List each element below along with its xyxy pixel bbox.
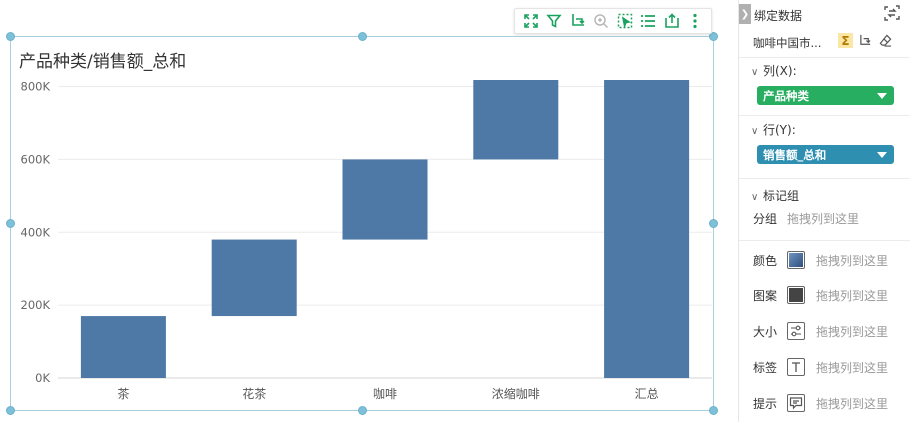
x-tick-label: 花茶 <box>242 386 266 401</box>
panel-collapse-button[interactable]: ❯ <box>739 4 751 24</box>
mark-label: 标签 <box>753 360 778 375</box>
group-drop-hint: 拖拽列到这里 <box>787 211 860 226</box>
list-button[interactable] <box>638 11 658 31</box>
bind-data-panel: ❯ 绑定数据 咖啡中国市... Σ ∨ 列(X): 产品种类 ∨ 行(Y): 销售额… <box>738 0 910 422</box>
chevron-down-icon: ∨ <box>751 67 759 78</box>
panel-title: 绑定数据 <box>754 9 803 23</box>
mark-drop-hint: 拖拽列到这里 <box>816 396 889 411</box>
dataset-name[interactable]: 咖啡中国市... <box>753 35 821 51</box>
mark-drop-hint: 拖拽列到这里 <box>816 253 889 268</box>
bar <box>604 80 690 378</box>
x-tick-label: 咖啡 <box>373 386 397 401</box>
more-icon <box>693 13 697 29</box>
columns-field-pill[interactable]: 产品种类 <box>757 86 894 105</box>
filter-button[interactable] <box>544 11 564 31</box>
select-icon <box>617 13 632 29</box>
rows-section-header[interactable]: ∨ 行(Y): <box>751 121 796 138</box>
chart-widget[interactable]: 产品种类/销售额_总和 0K 200K 400K 600K 800K 茶花茶 咖啡 浓缩咖啡汇… <box>6 32 718 415</box>
x-tick-label: 浓缩咖啡 <box>492 386 540 401</box>
hierarchy-button[interactable] <box>858 33 873 48</box>
y-tick-label: 400K <box>21 225 51 239</box>
y-tick-label: 800K <box>21 80 51 94</box>
chevron-right-icon: ❯ <box>740 8 750 20</box>
x-tick-label: 汇总 <box>635 387 659 401</box>
filter-icon <box>546 14 562 28</box>
color-drop-zone[interactable]: 颜色 拖拽列到这里 <box>753 249 888 271</box>
pattern-drop-zone[interactable]: 图案 拖拽列到这里 <box>753 284 888 306</box>
mark-drop-hint: 拖拽列到这里 <box>816 288 889 303</box>
chart-toolbar <box>514 8 712 34</box>
chart-plot: 0K 200K 400K 600K 800K 茶 花茶 咖啡 浓缩咖啡 汇总 <box>21 80 712 401</box>
bar <box>80 316 166 378</box>
group-drop-zone[interactable]: 分组 拖拽列到这里 <box>753 207 859 229</box>
mark-label: 提示 <box>753 396 778 411</box>
expand-icon <box>523 14 538 28</box>
expand-button[interactable] <box>521 11 541 31</box>
size-drop-zone[interactable]: 大小 拖拽列到这里 <box>753 320 888 342</box>
resize-handle-middle-left[interactable] <box>6 219 15 228</box>
caret-down-icon[interactable] <box>877 152 887 158</box>
size-icon[interactable] <box>787 322 805 340</box>
tooltip-icon[interactable] <box>787 394 805 412</box>
export-icon <box>664 13 679 28</box>
resize-handle-bottom-left[interactable] <box>6 406 15 415</box>
sigma-icon[interactable]: Σ <box>838 33 853 48</box>
hierarchy-icon <box>860 34 871 45</box>
y-tick-label: 600K <box>21 152 51 166</box>
tooltip-drop-zone[interactable]: 提示 拖拽列到这里 <box>753 392 888 414</box>
resize-handle-top-left[interactable] <box>6 32 15 41</box>
zoom-icon <box>594 14 609 29</box>
eraser-button[interactable] <box>878 33 893 48</box>
bar <box>473 80 559 160</box>
chevron-down-icon: ∨ <box>751 192 759 203</box>
resize-handle-middle-right[interactable] <box>709 219 718 228</box>
color-icon[interactable] <box>787 251 805 269</box>
mark-drop-hint: 拖拽列到这里 <box>816 324 889 339</box>
resize-handle-bottom-center[interactable] <box>358 406 367 415</box>
y-tick-label: 200K <box>21 298 51 312</box>
chevron-down-icon: ∨ <box>751 126 759 137</box>
mark-label: 图案 <box>753 288 778 303</box>
resize-handle-bottom-right[interactable] <box>709 406 718 415</box>
mark-label: 大小 <box>753 324 778 339</box>
drill-button[interactable] <box>568 11 588 31</box>
group-label: 分组 <box>753 211 778 226</box>
columns-section-header[interactable]: ∨ 列(X): <box>751 62 797 79</box>
resize-handle-top-center[interactable] <box>358 32 367 41</box>
select-button[interactable] <box>615 11 635 31</box>
mark-label: 颜色 <box>753 253 778 268</box>
eraser-icon <box>879 34 892 47</box>
label-icon[interactable] <box>787 358 805 376</box>
export-button[interactable] <box>662 11 682 31</box>
swap-icon[interactable] <box>883 4 901 22</box>
list-icon <box>641 15 656 27</box>
y-tick-label: 0K <box>35 371 50 385</box>
caret-down-icon[interactable] <box>877 93 887 99</box>
bar <box>342 159 428 240</box>
pattern-icon[interactable] <box>787 286 805 304</box>
mark-drop-hint: 拖拽列到这里 <box>816 360 889 375</box>
label-drop-zone[interactable]: 标签 拖拽列到这里 <box>753 356 888 378</box>
zoom-button[interactable] <box>591 11 611 31</box>
x-tick-label: 茶 <box>117 386 129 401</box>
drill-icon <box>571 14 585 26</box>
more-button[interactable] <box>685 11 705 31</box>
bar <box>211 239 297 317</box>
marks-section-header[interactable]: ∨ 标记组 <box>751 187 799 204</box>
rows-field-pill[interactable]: 销售额_总和 <box>757 145 894 164</box>
